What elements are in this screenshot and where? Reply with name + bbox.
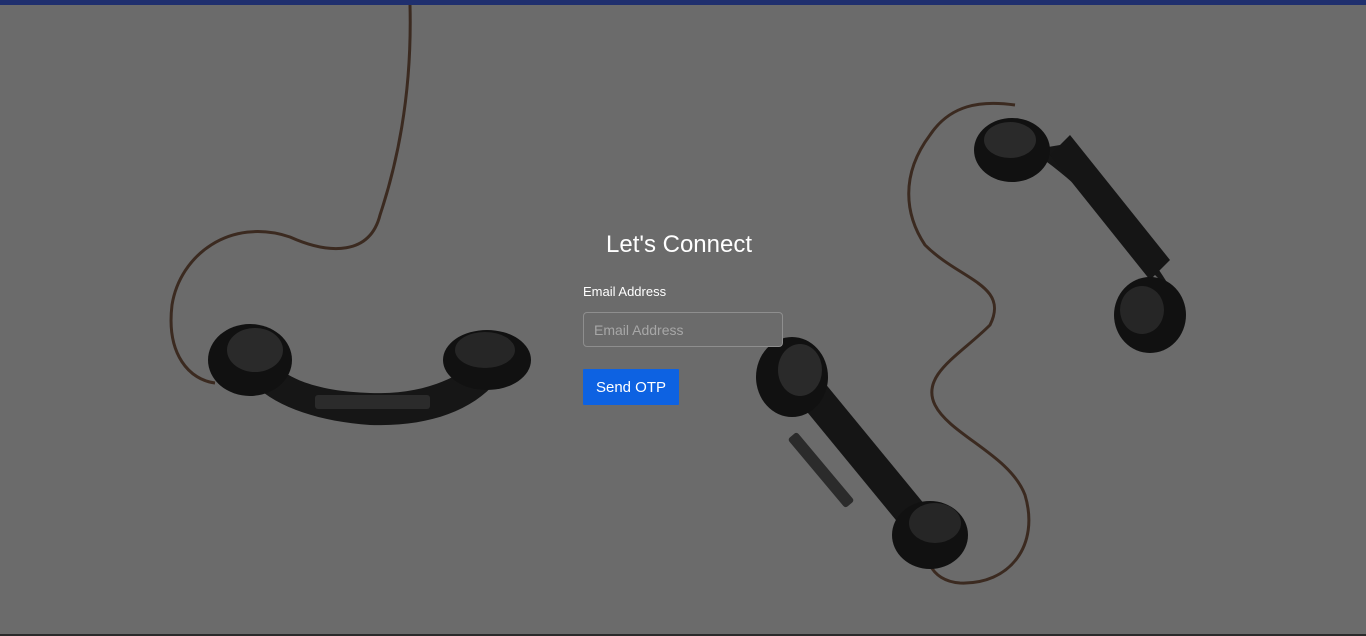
telephone-cord [169,5,412,385]
handset-right-top [974,118,1186,353]
page-title: Let's Connect [606,231,753,258]
email-label: Email Address [583,284,667,299]
email-input[interactable] [583,312,783,347]
handset-left [208,324,531,426]
connect-form: Let's Connect Email Address Send OTP [583,228,803,405]
send-otp-button[interactable]: Send OTP [583,369,679,405]
